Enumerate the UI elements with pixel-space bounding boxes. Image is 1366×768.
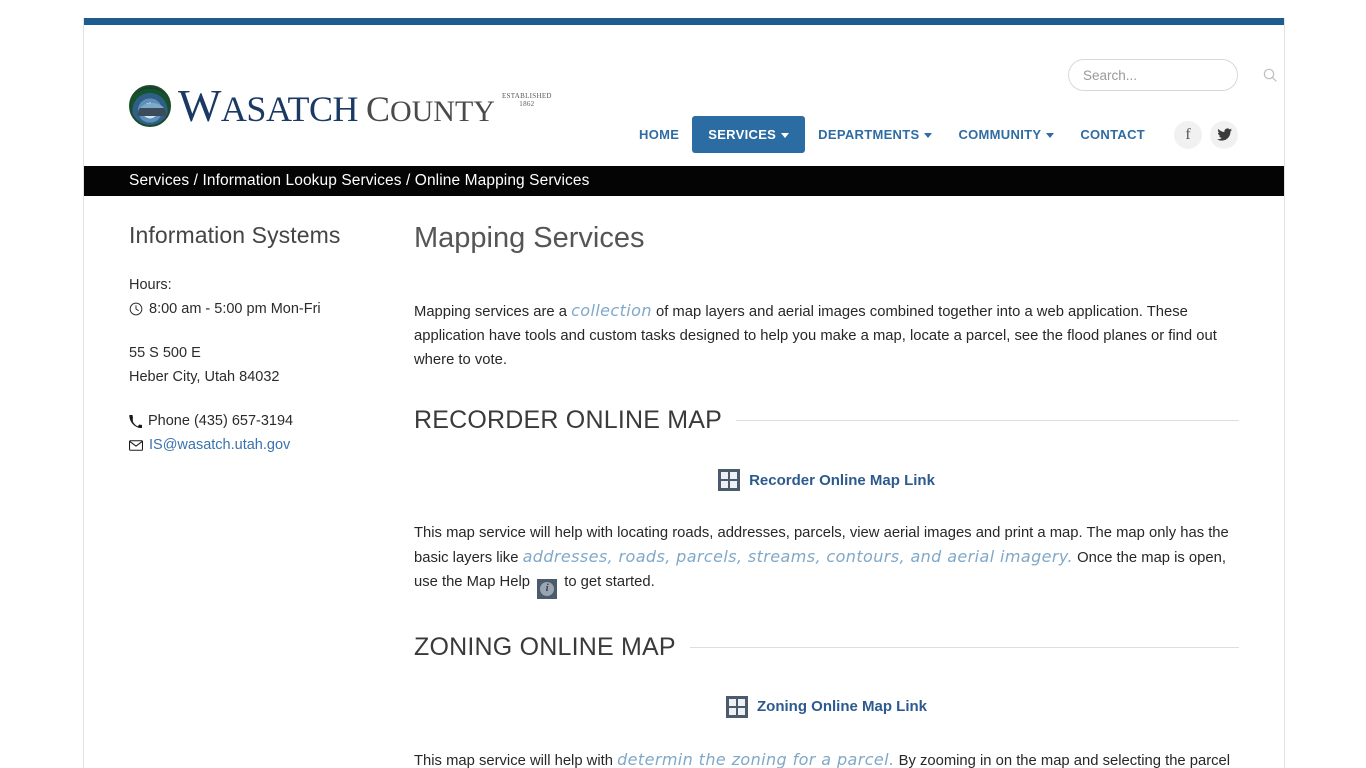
nav-label-home: HOME: [639, 127, 680, 142]
wordmark: WASATCH COUNTY ESTABLISHED 1862: [178, 83, 552, 129]
grid-icon: [718, 469, 741, 491]
nav-item-services[interactable]: SERVICES: [692, 116, 806, 153]
nav-label-departments: DEPARTMENTS: [818, 127, 920, 142]
email-link[interactable]: IS@wasatch.utah.gov: [149, 433, 290, 457]
facebook-glyph: f: [1185, 125, 1191, 143]
facebook-icon[interactable]: f: [1174, 120, 1202, 149]
sidebar-contact-block: Phone (435) 657-3194 IS@wasatch.utah.gov: [129, 409, 394, 457]
sidebar-hours-value-row: 8:00 am - 5:00 pm Mon-Fri: [129, 297, 394, 321]
site-logo[interactable]: WASATCH COUNTY ESTABLISHED 1862: [129, 83, 552, 129]
section-title-recorder: RECORDER ONLINE MAP: [414, 406, 723, 434]
zoning-map-link-label: Zoning Online Map Link: [757, 698, 927, 715]
nav-label-contact: CONTACT: [1080, 127, 1145, 142]
sidebar: Information Systems Hours: 8:00 am - 5:0…: [84, 222, 414, 768]
intro-paragraph: Mapping services are a collection of map…: [414, 299, 1239, 372]
info-icon[interactable]: i: [537, 578, 558, 599]
nav-item-home[interactable]: HOME: [626, 116, 692, 153]
address-line-1: 55 S 500 E: [129, 345, 201, 361]
recorder-map-link-label: Recorder Online Map Link: [749, 471, 935, 489]
recorder-online-map-link[interactable]: Recorder Online Map Link: [718, 469, 935, 491]
site-header: WASATCH COUNTY ESTABLISHED 1862 HOME: [84, 25, 1284, 166]
chevron-down-icon: [924, 133, 933, 138]
envelope-icon: [129, 439, 143, 451]
zoning-body-before: This map service will help with: [414, 752, 618, 768]
page-root: WASATCH COUNTY ESTABLISHED 1862 HOME: [0, 0, 1366, 768]
phone-text: Phone (435) 657-3194: [148, 413, 294, 429]
intro-before: Mapping services are a: [414, 304, 572, 320]
sidebar-address-block: 55 S 500 E Heber City, Utah 84032: [129, 341, 394, 389]
twitter-icon[interactable]: [1210, 120, 1238, 149]
breadcrumb-text: Services / Information Lookup Services /…: [129, 172, 590, 189]
wordmark-established: ESTABLISHED 1862: [502, 92, 552, 108]
established-label: ESTABLISHED: [501, 92, 552, 100]
intro-highlight: collection: [571, 301, 652, 320]
zoning-online-map-link[interactable]: Zoning Online Map Link: [726, 695, 927, 718]
search-box[interactable]: [1068, 59, 1277, 91]
sidebar-hours-block: Hours: 8:00 am - 5:00 pm Mon-Fri: [129, 273, 394, 321]
hours-value: 8:00 am - 5:00 pm Mon-Fri: [149, 301, 321, 317]
nav-item-community[interactable]: COMMUNITY: [945, 116, 1067, 153]
recorder-map-link-row: Recorder Online Map Link: [414, 469, 1239, 491]
established-year: 1862: [519, 100, 535, 108]
page-title: Mapping Services: [414, 222, 645, 254]
section-heading-zoning: ZONING ONLINE MAP: [414, 633, 1239, 662]
nav-item-departments[interactable]: DEPARTMENTS: [805, 116, 945, 153]
wordmark-county: COUNTY: [365, 89, 495, 129]
grid-icon: [726, 695, 748, 718]
sidebar-title: Information Systems: [129, 222, 341, 248]
info-glyph: i: [540, 581, 555, 596]
clock-icon: [129, 302, 143, 316]
county-seal-icon: [129, 85, 171, 127]
social-links: f: [1174, 120, 1238, 149]
recorder-paragraph: This map service will help with locating…: [414, 521, 1239, 599]
twitter-bird-glyph: [1216, 128, 1232, 141]
sidebar-hours-label-row: Hours:: [129, 273, 394, 297]
main-content: Mapping Services Mapping services are a …: [414, 222, 1284, 768]
phone-icon: [129, 414, 142, 428]
section-divider: [736, 420, 1239, 421]
site-container: WASATCH COUNTY ESTABLISHED 1862 HOME: [83, 18, 1285, 768]
hours-label: Hours:: [129, 277, 172, 293]
chevron-down-icon: [781, 133, 790, 138]
nav-label-services: SERVICES: [708, 127, 777, 142]
breadcrumb: Services / Information Lookup Services /…: [84, 166, 1284, 196]
sidebar-email-row[interactable]: IS@wasatch.utah.gov: [129, 433, 394, 457]
section-heading-recorder: RECORDER ONLINE MAP: [414, 406, 1239, 435]
zoning-paragraph: This map service will help with determin…: [414, 748, 1239, 768]
top-accent-bar: [84, 18, 1284, 25]
nav-item-contact[interactable]: CONTACT: [1067, 116, 1158, 153]
wordmark-wasatch: WASATCH: [178, 80, 358, 131]
section-divider: [689, 646, 1239, 648]
search-input[interactable]: [1081, 66, 1262, 84]
nav-label-community: COMMUNITY: [958, 127, 1042, 142]
zoning-map-link-row: Zoning Online Map Link: [414, 695, 1239, 718]
sidebar-phone-row: Phone (435) 657-3194: [129, 409, 394, 433]
main-navigation: HOME SERVICES DEPARTMENTS COMMUNITY CONT…: [626, 116, 1238, 153]
recorder-body-after: to get started.: [560, 574, 655, 590]
recorder-body-highlight: addresses, roads, parcels, streams, cont…: [522, 547, 1073, 566]
page-body: Information Systems Hours: 8:00 am - 5:0…: [84, 196, 1284, 768]
address-line-2: Heber City, Utah 84032: [129, 369, 280, 385]
search-icon[interactable]: [1262, 67, 1278, 83]
section-title-zoning: ZONING ONLINE MAP: [414, 632, 676, 661]
zoning-body-highlight: determin the zoning for a parcel.: [617, 749, 895, 768]
chevron-down-icon: [1046, 133, 1055, 138]
